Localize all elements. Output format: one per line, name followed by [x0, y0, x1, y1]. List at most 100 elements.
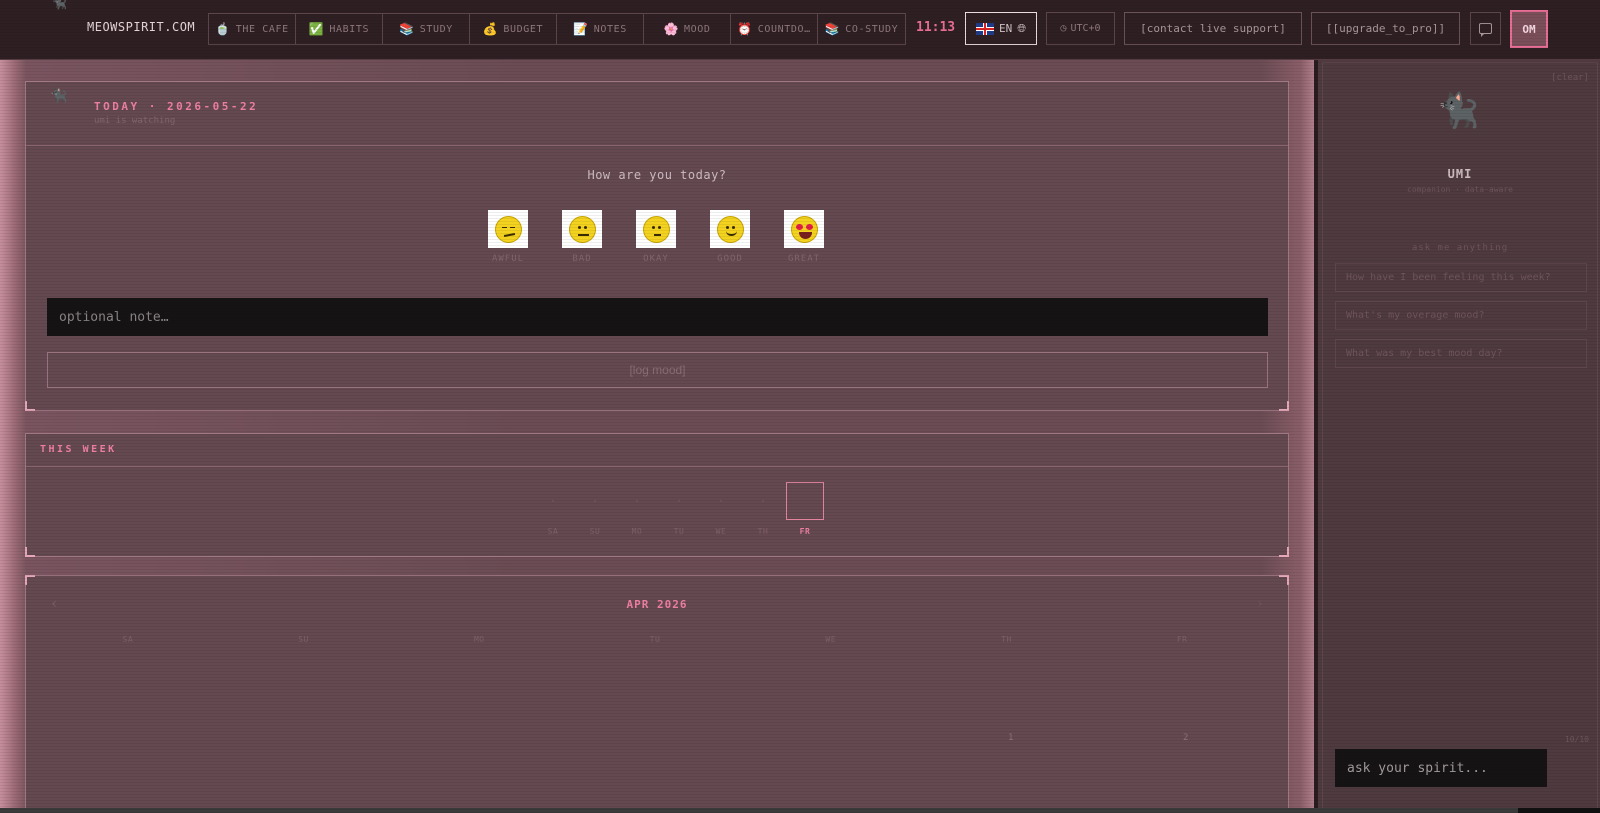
- alarm-clock-icon: ⏰: [737, 22, 753, 36]
- week-day-label: SU: [589, 527, 601, 536]
- week-day-label: SA: [547, 527, 559, 536]
- calendar-day[interactable]: 2: [1183, 733, 1188, 743]
- main-content: 🐈‍⬛ TODAY · 2026-05-22 umi is watching H…: [0, 60, 1314, 813]
- mood-great[interactable]: GREAT: [784, 210, 824, 264]
- week-day-value: ·: [759, 495, 767, 507]
- top-bar: 🐈‍⬛ MEOWSPIRIT.COM 🍵 THE CAFE ✅ HABITS 📚 ST…: [0, 0, 1600, 60]
- week-day-value: [786, 482, 824, 520]
- week-day-value: ·: [591, 495, 599, 507]
- books-icon: 📚: [399, 22, 415, 36]
- week-day-today[interactable]: FR: [786, 482, 824, 536]
- cat-icon: 🐈‍⬛: [50, 88, 68, 104]
- next-month-button[interactable]: ›: [1256, 596, 1264, 612]
- chat-toggle-button[interactable]: [1470, 12, 1501, 45]
- contact-support-button[interactable]: [contact live support]: [1124, 12, 1302, 45]
- mood-options: AWFUL BAD OKAY GOOD GREAT: [488, 210, 824, 264]
- mood-awful[interactable]: AWFUL: [488, 210, 528, 264]
- tea-icon: 🍵: [215, 22, 231, 36]
- globe-icon: 🌐︎: [1017, 21, 1027, 35]
- avatar[interactable]: OM: [1510, 10, 1548, 48]
- cat-icon: 🐈‍⬛: [52, 0, 67, 10]
- books-icon: 📚: [824, 22, 841, 36]
- upgrade-button[interactable]: [[upgrade_to_pro]]: [1311, 12, 1460, 45]
- week-day-value: ·: [717, 495, 725, 507]
- week-day-label: FR: [799, 527, 811, 536]
- mood-label: AWFUL: [491, 254, 525, 264]
- smile-face-icon: [716, 215, 744, 243]
- week-days: · SA · SU · MO · TU · WE · TH FR: [534, 482, 824, 536]
- mood-face: [636, 210, 676, 248]
- neutral-face-icon: [568, 215, 596, 243]
- week-day[interactable]: · MO: [618, 482, 656, 537]
- mood-question: How are you today?: [587, 168, 727, 182]
- week-day[interactable]: · WE: [702, 482, 740, 537]
- weekday-label: WE: [825, 635, 837, 644]
- nav-item-habits[interactable]: ✅ HABITS: [296, 14, 383, 44]
- check-icon: ✅: [308, 22, 325, 36]
- log-mood-button[interactable]: [log mood]: [47, 352, 1268, 388]
- nav-label: NOTES: [593, 23, 627, 35]
- week-day-value: ·: [675, 495, 683, 507]
- unamused-face-icon: [494, 215, 522, 243]
- mood-good[interactable]: GOOD: [710, 210, 750, 264]
- brand-logo[interactable]: MEOWSPIRIT.COM: [87, 20, 195, 34]
- nav-item-co-study[interactable]: 📚 CO-STUDY: [818, 14, 905, 44]
- ask-spirit-input[interactable]: [1335, 749, 1547, 787]
- nav-item-countdown[interactable]: ⏰ COUNTDO…: [731, 14, 818, 44]
- cat-icon: 🐈‍⬛: [1437, 91, 1480, 131]
- flower-icon: 🌸: [663, 22, 680, 36]
- weekday-label: MO: [473, 635, 485, 644]
- nav-label: COUNTDO…: [757, 23, 811, 35]
- memo-icon: 📝: [573, 22, 589, 36]
- weekday-label: SU: [298, 635, 309, 644]
- language-selector[interactable]: EN 🌐︎: [965, 12, 1037, 45]
- calm-face-icon: [642, 215, 670, 243]
- mood-label: GREAT: [787, 254, 821, 264]
- calendar-day[interactable]: 1: [1008, 733, 1013, 743]
- uk-flag-icon: [975, 22, 994, 35]
- nav-label: STUDY: [419, 23, 453, 35]
- clock: 11:13: [916, 20, 956, 35]
- week-panel: THIS WEEK · SA · SU · MO · TU · WE · TH FR: [25, 433, 1289, 557]
- today-subtitle: umi is watching: [94, 116, 176, 126]
- nav-label: MOOD: [684, 23, 711, 35]
- week-day[interactable]: · SA: [534, 482, 572, 537]
- chat-bubble-icon: [1479, 23, 1492, 37]
- week-day[interactable]: · TU: [660, 482, 698, 537]
- companion-sidebar: [clear] 🐈‍⬛ UMI companion · data-aware a…: [1314, 60, 1600, 813]
- calendar-panel: ‹ APR 2026 › SA SU MO TU WE TH FR 1 2: [25, 575, 1289, 813]
- week-day-label: TH: [757, 527, 769, 536]
- money-bag-icon: 💰: [482, 22, 499, 36]
- today-panel: 🐈‍⬛ TODAY · 2026-05-22 umi is watching H…: [25, 81, 1289, 411]
- language-label: EN: [998, 22, 1013, 35]
- timezone-label: UTC+0: [1070, 23, 1101, 34]
- week-day[interactable]: · SU: [576, 482, 614, 537]
- week-day-value: ·: [549, 495, 557, 507]
- week-header: THIS WEEK: [26, 434, 1288, 467]
- mood-face: [562, 210, 602, 248]
- week-day-label: TU: [673, 527, 685, 536]
- timezone-selector[interactable]: ◷ UTC+0: [1046, 12, 1115, 45]
- mood-bad[interactable]: BAD: [562, 210, 602, 264]
- window-bottom-edge: [0, 808, 1600, 813]
- suggestion-button[interactable]: How have I been feeling this week?: [1335, 263, 1587, 292]
- mood-okay[interactable]: OKAY: [636, 210, 676, 264]
- week-day-label: MO: [631, 527, 643, 536]
- nav-item-mood[interactable]: 🌸 MOOD: [644, 14, 731, 44]
- companion-panel: [clear] 🐈‍⬛ UMI companion · data-aware a…: [1322, 62, 1598, 811]
- mood-note-input[interactable]: [47, 298, 1268, 336]
- nav-item-notes[interactable]: 📝 NOTES: [557, 14, 644, 44]
- nav-item-budget[interactable]: 💰 BUDGET: [470, 14, 557, 44]
- nav-label: BUDGET: [503, 23, 544, 35]
- message-count: 10/10: [1564, 735, 1589, 744]
- companion-subtitle: companion · data-aware: [1407, 185, 1513, 194]
- today-header: 🐈‍⬛ TODAY · 2026-05-22 umi is watching: [26, 82, 1288, 146]
- week-day[interactable]: · TH: [744, 482, 782, 537]
- suggestion-button[interactable]: What was my best mood day?: [1335, 339, 1587, 368]
- nav-item-cafe[interactable]: 🍵 THE CAFE: [209, 14, 296, 44]
- week-day-label: WE: [715, 527, 727, 536]
- mood-label: GOOD: [717, 254, 743, 264]
- suggestion-button[interactable]: What's my overage mood?: [1335, 301, 1587, 330]
- clear-chat-button[interactable]: [clear]: [1551, 73, 1589, 83]
- nav-item-study[interactable]: 📚 STUDY: [383, 14, 470, 44]
